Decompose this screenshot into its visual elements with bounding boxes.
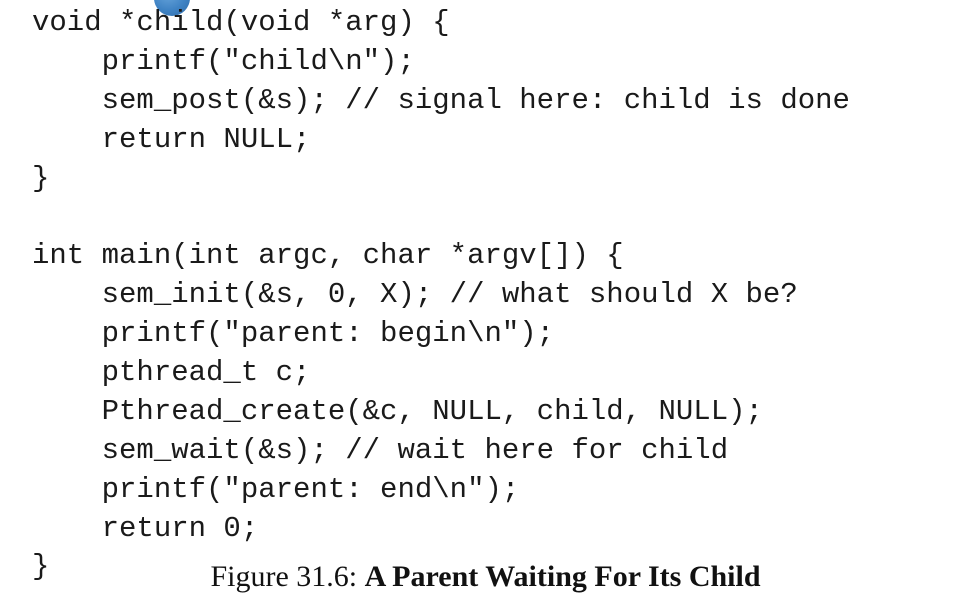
code-line-4: return NULL; xyxy=(32,122,311,156)
code-line-8: sem_init(&s, 0, X); // what should X be? xyxy=(32,278,798,312)
code-line-3: sem_post(&s); // signal here: child is d… xyxy=(32,83,850,117)
page: void *child(void *arg) { printf("child\n… xyxy=(0,0,971,599)
code-line-1: void *child(void *arg) { xyxy=(32,6,450,39)
code-line-2: printf("child\n"); xyxy=(32,44,415,78)
figure-label: Figure 31.6: xyxy=(210,560,365,593)
code-listing: void *child(void *arg) { printf("child\n… xyxy=(32,4,850,587)
code-line-12: sem_wait(&s); // wait here for child xyxy=(32,433,729,467)
code-line-9: printf("parent: begin\n"); xyxy=(32,317,555,351)
figure-title: A Parent Waiting For Its Child xyxy=(364,560,761,593)
code-line-11: Pthread_create(&c, NULL, child, NULL); xyxy=(32,394,763,428)
figure-caption: Figure 31.6: A Parent Waiting For Its Ch… xyxy=(0,559,971,595)
code-line-13: printf("parent: end\n"); xyxy=(32,472,520,506)
code-line-14: return 0; xyxy=(32,511,259,545)
code-line-5: } xyxy=(32,161,50,195)
code-line-10: pthread_t c; xyxy=(32,356,311,390)
code-line-7: int main(int argc, char *argv[]) { xyxy=(32,239,624,273)
